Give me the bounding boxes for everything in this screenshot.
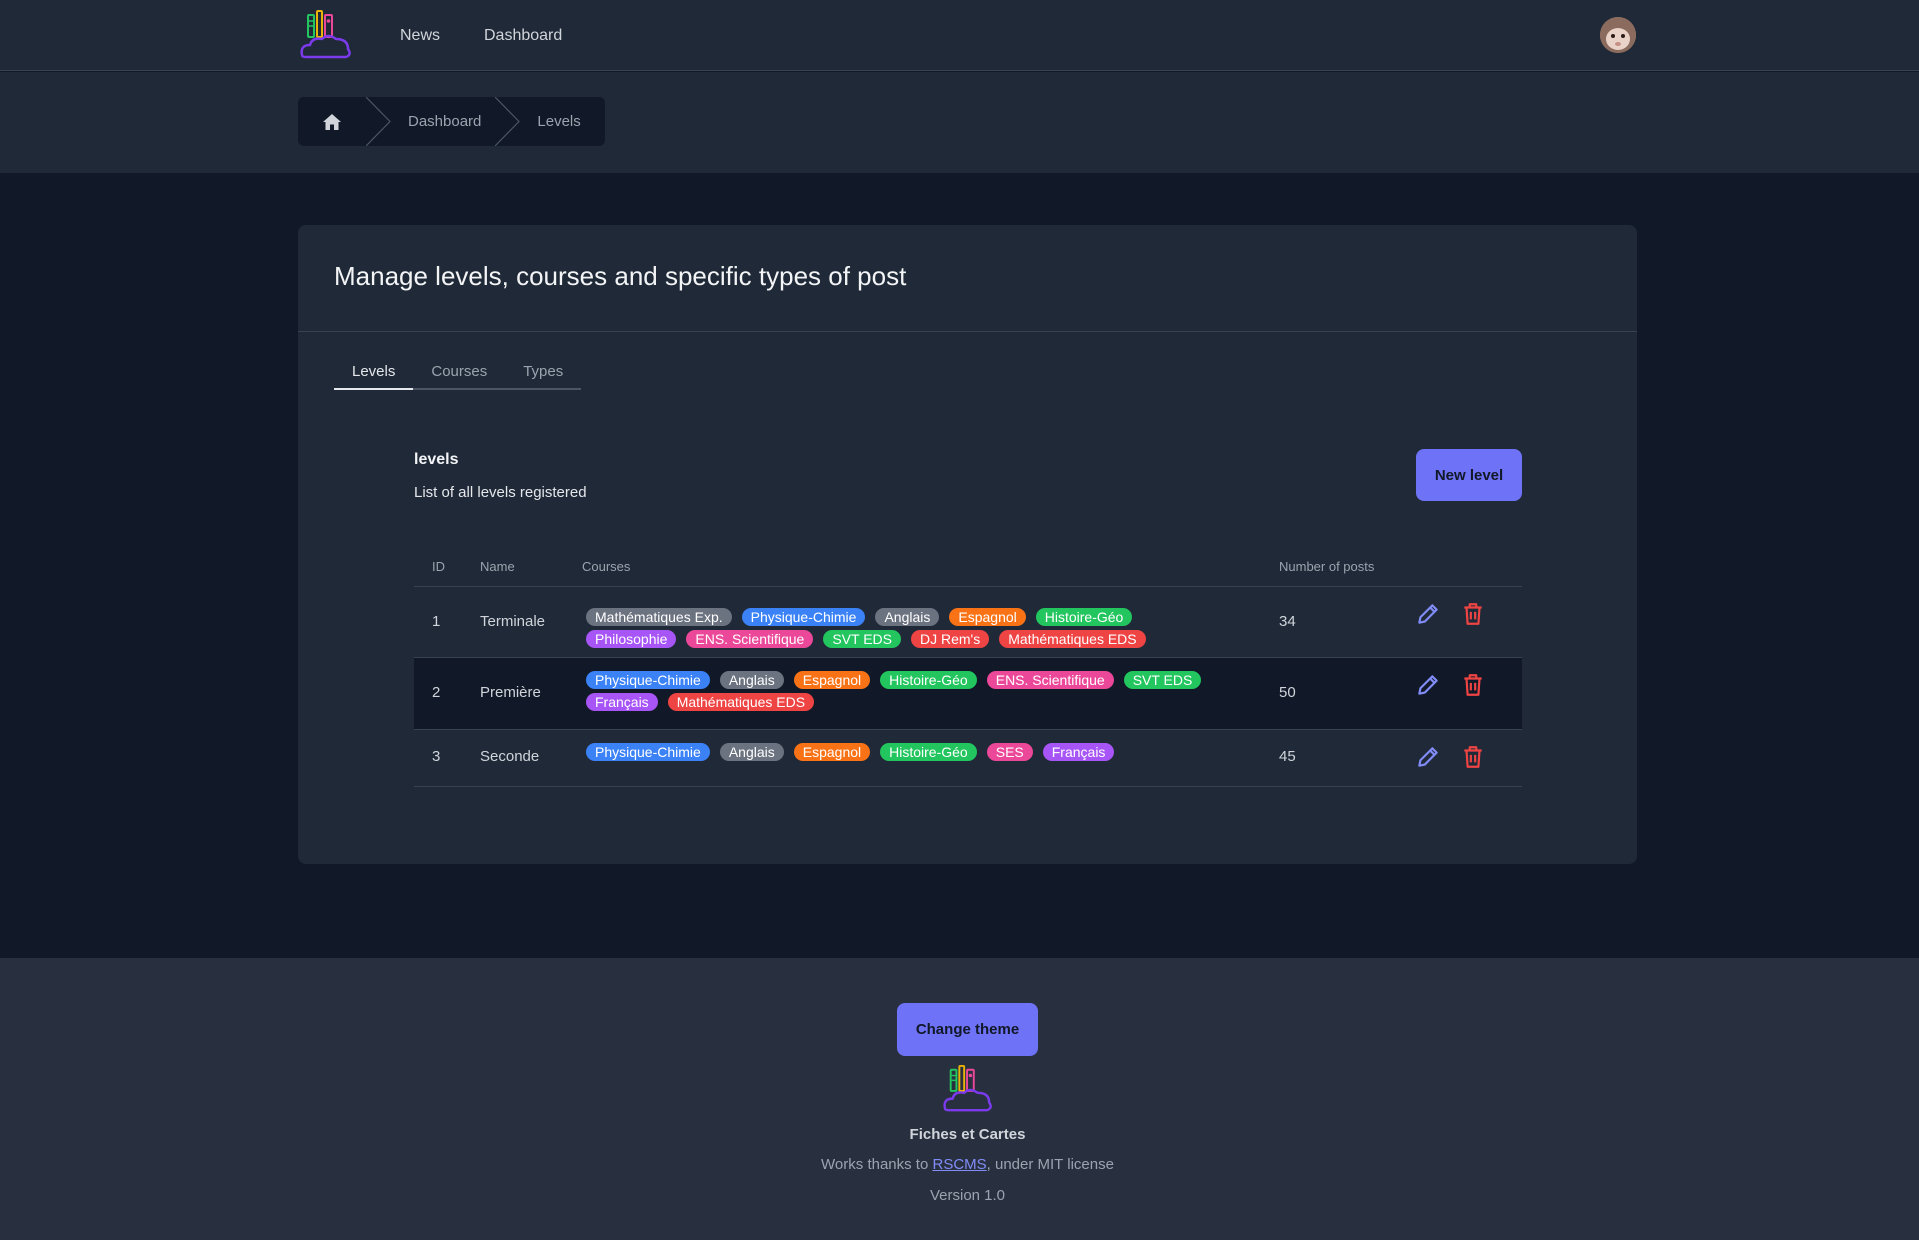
footer-version: Version 1.0 [929,1187,1006,1204]
cell-posts: 34 [1279,613,1296,630]
change-theme-button[interactable]: Change theme [897,1003,1038,1056]
course-badge: Français [586,693,658,711]
breadcrumb-home[interactable] [298,97,366,146]
user-avatar[interactable] [1600,17,1636,53]
course-badge: DJ Rem's [911,630,990,648]
course-badge: Espagnol [793,671,871,689]
tab-types[interactable]: Types [505,363,581,388]
course-badge: Anglais [719,743,784,761]
footer-credit: Works thanks to RSCMS, under MIT license [0,1156,1919,1173]
delete-level-button[interactable] [1460,672,1486,698]
trash-icon [1464,603,1482,625]
breadcrumb: Dashboard Levels [298,97,605,146]
edit-level-button[interactable] [1415,672,1441,698]
footer-credit-suffix: , under MIT license [986,1156,1114,1173]
section-title: levels [414,451,459,468]
cell-courses: Physique-Chimie Anglais Espagnol Histoire-G… [586,743,1226,761]
footer-credit-prefix: Works thanks to [821,1156,933,1173]
site-logo[interactable] [298,9,354,61]
card-header: Manage levels, courses and specific type… [298,225,1637,332]
breadcrumb-item-dashboard[interactable]: Dashboard [394,97,495,146]
edit-level-button[interactable] [1415,744,1441,770]
page-title: Manage levels, courses and specific type… [334,261,907,291]
cell-id: 3 [432,748,441,765]
breadcrumb-separator [495,97,521,146]
table-header: ID Name Courses Number of posts [414,545,1522,587]
nav-link-news[interactable]: News [400,27,440,45]
breadcrumb-item-label: Levels [537,113,581,130]
breadcrumb-item-levels[interactable]: Levels [523,97,604,146]
levels-table: ID Name Courses Number of posts 1 Termina… [414,545,1522,787]
cell-posts: 45 [1279,748,1296,765]
cell-posts: 50 [1279,684,1296,701]
course-badge: Histoire-Géo [1035,608,1133,626]
course-badge: Espagnol [793,743,871,761]
cell-name: Première [480,684,541,701]
cell-courses: Physique-Chimie Anglais Espagnol Histoire-G… [586,671,1226,711]
home-icon [323,113,341,130]
course-badge: Espagnol [949,608,1026,626]
course-badge: Français [1042,743,1115,761]
top-navbar: News Dashboard [0,0,1919,71]
column-header-courses: Courses [582,559,631,574]
table-row: 3 Seconde Physique-Chimie Anglais Espagnol Hi… [414,730,1522,787]
cell-id: 1 [432,613,441,630]
course-badge: ENS. Scientifique [686,630,814,648]
tab-levels[interactable]: Levels [334,363,414,390]
new-level-button[interactable]: New level [1416,449,1522,501]
course-badge: Anglais [875,608,940,626]
course-badge: SVT EDS [823,630,901,648]
cell-courses: Mathématiques Exp. Physique-Chimie Anglais… [586,608,1226,648]
column-header-posts: Number of posts [1279,559,1375,574]
course-badge: Histoire-Géo [880,671,977,689]
course-badge: ENS. Scientifique [986,671,1114,689]
trash-icon [1464,746,1482,768]
breadcrumb-item-label: Dashboard [408,113,482,130]
course-badge: SES [986,743,1033,761]
cell-name: Seconde [480,748,540,765]
rscms-link[interactable]: RSCMS [932,1156,986,1173]
course-badge: Philosophie [586,630,677,648]
edit-level-button[interactable] [1415,601,1441,627]
footer-logo [943,1064,992,1112]
tab-bar: Levels Courses Types [334,363,582,390]
breadcrumb-separator [366,97,391,146]
table-row: 1 Terminale Mathématiques Exp. Physique-Chi… [414,587,1522,658]
tab-courses[interactable]: Courses [413,363,505,388]
course-badge: Physique-Chimie [741,608,866,626]
column-header-name: Name [480,559,515,574]
course-badge: Physique-Chimie [586,671,710,689]
trash-icon [1464,674,1482,696]
levels-card: Manage levels, courses and specific type… [298,225,1637,864]
course-badge: Physique-Chimie [586,743,710,761]
cell-name: Terminale [480,613,546,630]
pencil-icon [1418,604,1438,624]
table-row: 2 Première Physique-Chimie Anglais Espagnol H… [414,658,1522,730]
pencil-icon [1418,747,1438,767]
pencil-icon [1418,675,1438,695]
nav-link-dashboard[interactable]: Dashboard [484,27,562,45]
course-badge: SVT EDS [1123,671,1202,689]
cell-id: 2 [432,684,441,701]
delete-level-button[interactable] [1460,744,1486,770]
breadcrumb-band [0,72,1919,173]
course-badge: Anglais [719,671,784,689]
section-description: List of all levels registered [414,484,587,501]
course-badge: Mathématiques Exp. [586,608,732,626]
footer-site-name: Fiches et Cartes [909,1126,1026,1143]
column-header-id: ID [432,559,445,574]
delete-level-button[interactable] [1460,601,1486,627]
course-badge: Mathématiques EDS [999,630,1146,648]
course-badge: Histoire-Géo [880,743,977,761]
course-badge: Mathématiques EDS [667,693,815,711]
